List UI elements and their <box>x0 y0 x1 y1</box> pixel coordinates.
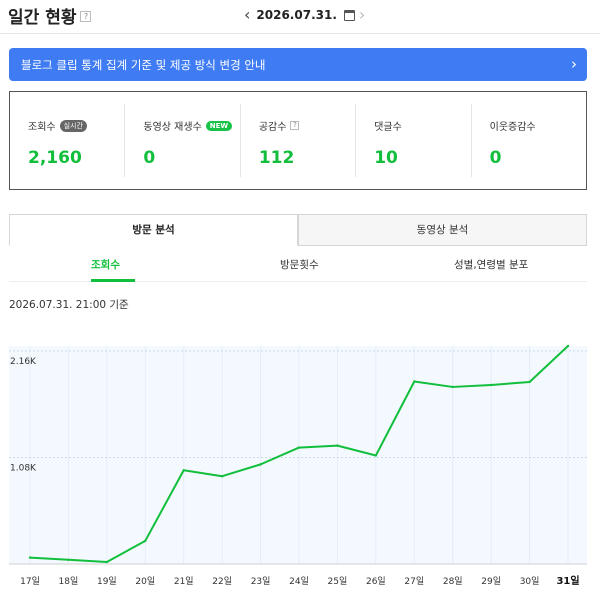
stat-comments: 댓글수 10 <box>356 104 472 177</box>
data-point[interactable] <box>566 344 570 348</box>
realtime-badge: 실시간 <box>59 119 87 132</box>
date-navigator: ‹ 2026.07.31. › <box>244 5 365 25</box>
data-point[interactable] <box>297 446 301 449</box>
new-badge: NEW <box>205 120 233 131</box>
x-tick-label: 18일 <box>59 576 79 587</box>
y-tick-label: 1.08K <box>10 463 37 473</box>
data-point[interactable] <box>28 556 32 559</box>
active-subtab-indicator <box>91 279 135 282</box>
tab-video-analysis[interactable]: 동영상 분석 <box>298 214 587 246</box>
views-chart: 1.08K 2.16K 17일 18일 19일 20일 21일 22일 23일 24일 25일 26일… <box>9 344 587 587</box>
stat-neighbors: 이웃증감수 0 <box>472 104 586 177</box>
x-tick-label: 30일 <box>520 576 540 587</box>
y-tick-label: 2.16K <box>10 357 37 367</box>
stat-label: 공감수? <box>259 118 300 133</box>
stat-label: 댓글수 <box>374 122 402 133</box>
x-tick-label: 29일 <box>481 576 501 587</box>
analysis-tabs: 방문 분석 동영상 분석 <box>9 214 587 246</box>
chevron-left-icon[interactable]: ‹ <box>244 7 250 23</box>
data-point[interactable] <box>489 383 493 387</box>
stats-summary: 조회수 실시간 2,160 동영상 재생수 NEW 0 공감수? 112 댓글수 1… <box>9 91 587 190</box>
notice-banner[interactable]: 블로그 클립 통계 집계 기준 및 제공 방식 변경 안내 › <box>9 48 587 81</box>
stat-value: 112 <box>258 148 295 168</box>
current-date: 2026.07.31. <box>256 8 337 22</box>
data-point[interactable] <box>67 558 70 562</box>
data-point[interactable] <box>336 444 339 447</box>
banner-text: 블로그 클립 통계 집계 기준 및 제공 방식 변경 안내 <box>21 58 266 72</box>
x-tick-label: 21일 <box>174 576 194 587</box>
x-tick-label: 20일 <box>135 576 155 587</box>
stat-value: 10 <box>374 148 398 168</box>
header: 일간 현황? ‹ 2026.07.31. › <box>0 0 600 34</box>
calendar-icon[interactable] <box>343 9 355 21</box>
stat-label: 동영상 재생수 NEW <box>143 118 233 133</box>
x-tick-label: 31일 <box>556 574 579 587</box>
stat-label: 조회수 실시간 <box>28 118 87 133</box>
subtab-demographics[interactable]: 성별,연령별 분포 <box>454 257 528 272</box>
data-basis-time: 2026.07.31. 21:00 기준 <box>9 299 129 311</box>
x-tick-label: 28일 <box>443 576 463 587</box>
stat-value: 0 <box>143 148 156 168</box>
stat-likes: 공감수? 112 <box>241 104 357 177</box>
tab-visit-analysis[interactable]: 방문 분석 <box>9 214 298 246</box>
data-point[interactable] <box>182 469 185 472</box>
x-tick-label: 26일 <box>366 576 386 587</box>
subtab-visits[interactable]: 방문횟수 <box>280 257 319 272</box>
data-point[interactable] <box>451 385 454 389</box>
stat-label: 이웃증감수 <box>489 122 536 133</box>
x-tick-label: 25일 <box>328 576 348 587</box>
data-point[interactable] <box>220 475 224 478</box>
data-point[interactable] <box>259 463 262 466</box>
x-tick-label: 19일 <box>97 576 117 587</box>
data-point[interactable] <box>144 539 147 543</box>
x-tick-label: 27일 <box>404 576 424 587</box>
help-icon[interactable]: ? <box>290 121 300 130</box>
chevron-right-icon[interactable]: › <box>359 7 365 23</box>
x-tick-label: 23일 <box>251 576 271 587</box>
stat-value: 0 <box>489 148 502 168</box>
metric-subtabs: 조회수 방문횟수 성별,연령별 분포 <box>9 246 587 282</box>
subtab-views[interactable]: 조회수 <box>91 257 120 272</box>
plot-area <box>9 346 587 564</box>
stat-video-plays: 동영상 재생수 NEW 0 <box>125 104 241 177</box>
x-tick-label: 22일 <box>212 576 232 587</box>
data-point[interactable] <box>413 380 416 383</box>
data-point[interactable] <box>528 380 531 384</box>
data-point[interactable] <box>105 560 109 564</box>
chevron-right-icon: › <box>571 55 577 73</box>
x-tick-label: 24일 <box>289 576 309 587</box>
stat-views: 조회수 실시간 2,160 <box>10 104 126 177</box>
stat-value: 2,160 <box>28 148 82 168</box>
help-icon[interactable]: ? <box>80 11 92 22</box>
x-tick-label: 17일 <box>20 576 40 587</box>
data-point[interactable] <box>374 454 378 457</box>
page-title: 일간 현황? <box>8 3 92 28</box>
